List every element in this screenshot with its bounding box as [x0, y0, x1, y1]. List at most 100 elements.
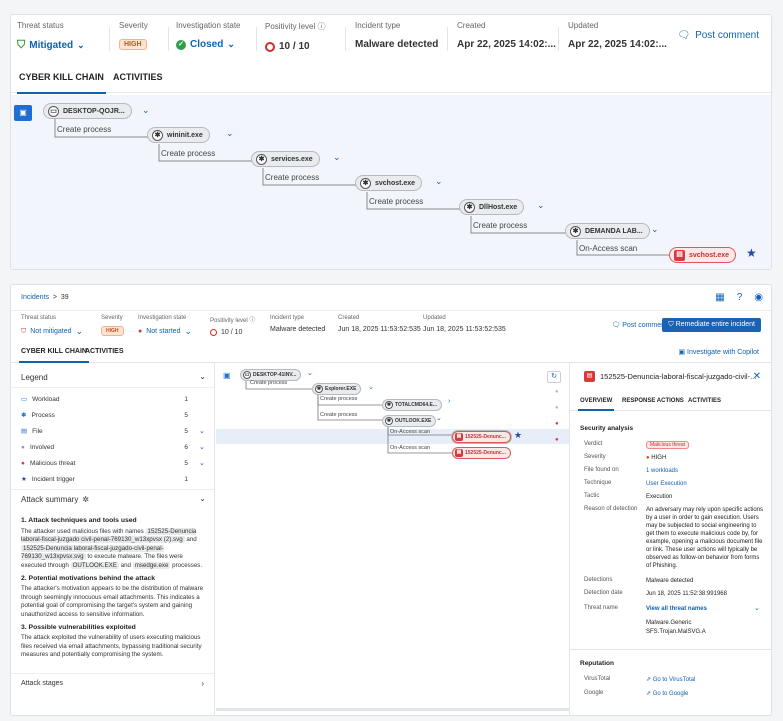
chevron-down-icon[interactable]: ⌄: [226, 128, 234, 139]
tab-overview[interactable]: OVERVIEW: [577, 398, 615, 411]
edge-label: Create process: [265, 173, 320, 182]
google-link[interactable]: ⇗ Go to Google: [646, 690, 688, 698]
chevron-down-icon[interactable]: ⌄: [307, 369, 313, 377]
kill-chain-canvas[interactable]: ▣ ▭ DESKTOP-41INV... ⌄ Create process ✱ Ex…: [216, 363, 569, 715]
investigation-state-field[interactable]: Investigation state ✓ Closed ⌄: [176, 21, 240, 50]
threat-status-field[interactable]: Threat status ⛉ Not mitigated ⌄: [21, 315, 83, 337]
chevron-down-icon[interactable]: ⌄: [435, 176, 443, 187]
node-label: TOTALCMD64.E...: [395, 402, 438, 408]
chevron-down-icon[interactable]: ⌄: [77, 40, 85, 51]
chevron-down-icon[interactable]: ⌄: [368, 383, 374, 391]
breadcrumb-incidents[interactable]: Incidents: [21, 294, 49, 301]
kill-chain-canvas[interactable]: ▣ ▭ DESKTOP-QOJR... ⌄ Create process ✱ win…: [11, 95, 771, 269]
chain-node-process[interactable]: ✱ services.exe: [251, 151, 320, 167]
chevron-down-icon[interactable]: ⌄: [184, 326, 192, 337]
chain-node-process[interactable]: ✱ OUTLOOK.EXE: [382, 415, 437, 427]
expand-icon[interactable]: ⌄: [199, 459, 207, 467]
chevron-down-icon[interactable]: ⌄: [142, 105, 150, 116]
threat-name: Malware.Generic: [646, 620, 692, 626]
chevron-down-icon[interactable]: ⌄: [227, 39, 235, 50]
chevron-right-icon[interactable]: ›: [201, 679, 204, 688]
positivity-value: 10 / 10: [221, 329, 243, 336]
divider: [570, 649, 771, 650]
summary-paragraph: The attacker's motivation appears to be …: [21, 585, 204, 618]
updated-field: Updated Jun 18, 2025 11:53:52:535: [423, 315, 506, 333]
workload-toggle-icon[interactable]: ▣: [14, 105, 32, 121]
tab-activities[interactable]: ACTIVITIES: [113, 72, 163, 82]
info-icon[interactable]: ⓘ: [317, 22, 325, 31]
investigation-state-label: Investigation state: [176, 21, 241, 30]
legend-count: 5: [184, 459, 188, 467]
chain-node-process[interactable]: ✱ TOTALCMD64.E...: [382, 399, 443, 411]
chain-node-process[interactable]: ✱ DllHost.exe: [459, 199, 525, 215]
workload-toggle-icon[interactable]: ▣: [223, 371, 231, 380]
help-icon[interactable]: ?: [737, 292, 743, 303]
chain-node-malicious-file[interactable]: ▤ 152525-Denunc...: [452, 447, 511, 459]
post-comment-button[interactable]: 🗨 Post comment: [611, 321, 667, 329]
dot-icon: ●: [555, 389, 559, 395]
tab-response-actions[interactable]: RESPONSE ACTIONS: [622, 398, 684, 404]
chevron-down-icon[interactable]: ⌄: [537, 200, 545, 211]
legend-title: Legend: [21, 373, 48, 382]
created-value: Jun 18, 2025 11:53:52:535: [338, 326, 421, 333]
chain-node-process[interactable]: ✱ Explorer.EXE: [312, 383, 362, 395]
chain-node-process[interactable]: ✱ svchost.exe: [355, 175, 423, 191]
updated-label: Updated: [568, 21, 599, 30]
horizontal-scrollbar[interactable]: [216, 708, 569, 711]
workloads-link[interactable]: 1 workloads: [646, 467, 678, 475]
tab-activities[interactable]: ACTIVITIES: [85, 348, 124, 355]
investigate-copilot-button[interactable]: ▣ Investigate with Copilot: [678, 348, 759, 356]
severity-value: HIGH: [651, 455, 667, 461]
edge-label: On-Access scan: [390, 445, 431, 451]
comment-icon: 🗨: [611, 322, 621, 329]
dot-icon: ●: [555, 405, 559, 411]
chevron-up-icon[interactable]: ⌄: [199, 372, 206, 381]
virustotal-link[interactable]: ⇗ Go to VirusTotal: [646, 676, 695, 684]
positivity-ring-icon: [265, 41, 275, 52]
external-link-icon: ⇗: [646, 677, 652, 683]
expand-icon[interactable]: ⌄: [199, 443, 207, 451]
divider: [345, 27, 346, 51]
tab-cyber-kill-chain[interactable]: CYBER KILL CHAIN: [19, 348, 89, 363]
expand-icon[interactable]: ⌄: [199, 427, 207, 435]
close-icon[interactable]: ✕: [753, 371, 761, 382]
user-icon[interactable]: ◉: [754, 292, 763, 303]
malicious-file-icon: ▤: [584, 371, 595, 382]
row-key: File found on: [584, 467, 619, 473]
remediate-incident-button[interactable]: ⛉ Remediate entire incident: [662, 318, 761, 332]
threat-status-field[interactable]: Threat status ⛉ Mitigated ⌄: [17, 21, 85, 52]
chevron-down-icon[interactable]: ⌄: [754, 604, 760, 612]
breadcrumb: Incidents > 39: [21, 294, 69, 301]
chain-node-malicious-file[interactable]: ▤ svchost.exe: [669, 247, 737, 263]
post-comment-button[interactable]: 🗨 Post comment: [677, 30, 759, 41]
chain-node-process[interactable]: ✱ DEMANDA LAB...: [565, 223, 650, 239]
technique-link[interactable]: User Execution: [646, 480, 687, 488]
refresh-icon[interactable]: ↻: [547, 371, 561, 383]
chain-node-process[interactable]: ✱ wininit.exe: [147, 127, 210, 143]
attack-stages-title[interactable]: Attack stages: [21, 680, 63, 687]
chevron-down-icon[interactable]: ⌄: [651, 224, 659, 235]
detections-value: Malware detected: [646, 578, 694, 584]
tab-cyber-kill-chain[interactable]: CYBER KILL CHAIN: [17, 72, 106, 94]
tactic-value: Execution: [646, 494, 673, 500]
chevron-down-icon[interactable]: ⌄: [436, 414, 442, 422]
malicious-dot-icon: ●: [555, 421, 559, 427]
chevron-up-icon[interactable]: ⌄: [199, 494, 206, 503]
investigation-state-value: Not started: [146, 328, 181, 335]
grid-icon[interactable]: ▦: [715, 292, 724, 303]
stop-circle-icon: ●: [138, 328, 143, 335]
chevron-right-icon[interactable]: ›: [448, 398, 450, 405]
chain-node-malicious-file[interactable]: ▤ 152525-Denunc...: [452, 431, 511, 443]
view-threat-names-link[interactable]: View all threat names: [646, 605, 707, 613]
tab-activities[interactable]: ACTIVITIES: [688, 398, 721, 404]
malicious-file-icon: ▤: [455, 449, 463, 457]
investigation-state-field[interactable]: Investigation state ● Not started ⌄: [138, 315, 192, 337]
chain-node-workload[interactable]: ▭ DESKTOP-QOJR...: [43, 103, 132, 119]
chevron-down-icon[interactable]: ⌄: [333, 152, 341, 163]
dot-icon: ●: [21, 443, 25, 451]
severity-row: Severity ● HIGH: [584, 454, 764, 462]
legend-label: Involved: [29, 443, 55, 451]
info-icon[interactable]: ⓘ: [249, 318, 255, 324]
technique-row: Technique User Execution: [584, 480, 764, 488]
chevron-down-icon[interactable]: ⌄: [76, 326, 84, 337]
